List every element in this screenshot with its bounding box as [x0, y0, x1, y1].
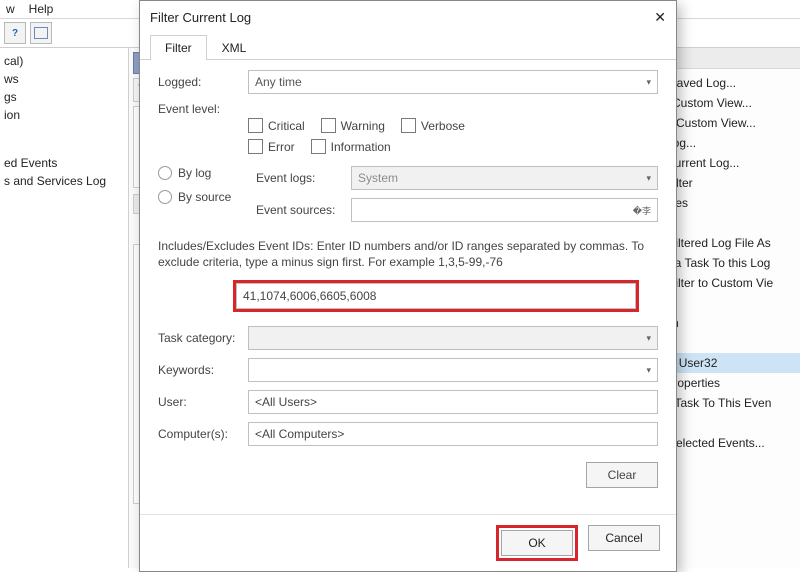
taskcategory-combo: ▾ [248, 326, 658, 350]
checkbox-icon [248, 118, 263, 133]
radio-icon [158, 190, 172, 204]
chk-information[interactable]: Information [311, 139, 391, 154]
eventlevel-label: Event level: [158, 102, 248, 116]
clear-button[interactable]: Clear [586, 462, 658, 488]
chk-error[interactable]: Error [248, 139, 295, 154]
radio-bysource[interactable]: By source [158, 190, 248, 204]
eventsources-combo[interactable]: �李 [351, 198, 658, 222]
chk-verbose[interactable]: Verbose [401, 118, 465, 133]
chk-warning[interactable]: Warning [321, 118, 385, 133]
user-input[interactable]: <All Users> [248, 390, 658, 414]
panel-icon [34, 27, 48, 39]
radio-icon [158, 166, 172, 180]
keywords-label: Keywords: [158, 363, 248, 377]
eventlogs-value: System [358, 171, 398, 185]
close-icon[interactable]: ✕ [654, 9, 666, 26]
user-label: User: [158, 395, 248, 409]
chevron-down-icon: ▾ [646, 173, 651, 184]
tree-item[interactable]: ws [4, 70, 126, 88]
toolbar-button-1[interactable]: ? [4, 22, 26, 44]
tree-item-services[interactable]: s and Services Log [4, 172, 126, 190]
chevron-down-icon: ▾ [646, 333, 651, 344]
eventlogs-label: Event logs: [256, 171, 351, 185]
tree-item[interactable]: ion [4, 106, 126, 124]
checkbox-icon [321, 118, 336, 133]
tree-item-saved[interactable]: ed Events [4, 154, 126, 172]
tree-item[interactable]: gs [4, 88, 126, 106]
ok-button[interactable]: OK [501, 530, 573, 556]
help-icon: ? [12, 28, 18, 39]
logged-label: Logged: [158, 75, 248, 89]
event-ids-input[interactable]: 41,1074,6006,6605,6008 [236, 283, 636, 309]
filter-dialog: Filter Current Log ✕ Filter XML Logged: … [139, 0, 677, 572]
dialog-titlebar: Filter Current Log ✕ [140, 1, 676, 34]
dialog-title: Filter Current Log [150, 10, 251, 25]
chk-critical[interactable]: Critical [248, 118, 305, 133]
tree-item[interactable]: cal) [4, 52, 126, 70]
event-ids-highlight: 41,1074,6006,6605,6008 [233, 280, 639, 312]
cancel-button[interactable]: Cancel [588, 525, 660, 551]
menu-view[interactable]: w [6, 2, 15, 16]
radio-bylog[interactable]: By log [158, 166, 248, 180]
checkbox-icon [401, 118, 416, 133]
eventlogs-combo: System ▾ [351, 166, 658, 190]
checkbox-icon [248, 139, 263, 154]
logged-combo[interactable]: Any time ▾ [248, 70, 658, 94]
tab-filter[interactable]: Filter [150, 35, 207, 60]
chevron-down-icon: ▾ [646, 365, 651, 376]
dialog-footer: OK Cancel [140, 514, 676, 571]
include-exclude-desc: Includes/Excludes Event IDs: Enter ID nu… [158, 238, 658, 270]
event-ids-value: 41,1074,6006,6605,6008 [243, 289, 376, 303]
tab-xml[interactable]: XML [207, 35, 262, 60]
left-tree[interactable]: cal) ws gs ion ed Events s and Services … [0, 48, 129, 568]
keywords-combo[interactable]: ▾ [248, 358, 658, 382]
logged-value: Any time [255, 75, 302, 89]
checkbox-icon [311, 139, 326, 154]
eventsources-label: Event sources: [256, 203, 351, 217]
toolbar-button-2[interactable] [30, 22, 52, 44]
chevron-down-icon: �李 [633, 204, 651, 217]
computers-label: Computer(s): [158, 427, 248, 441]
menu-help[interactable]: Help [29, 2, 54, 16]
tab-strip: Filter XML [140, 34, 676, 60]
taskcategory-label: Task category: [158, 331, 248, 345]
computers-input[interactable]: <All Computers> [248, 422, 658, 446]
chevron-down-icon: ▾ [646, 77, 651, 88]
ok-highlight: OK [496, 525, 578, 561]
